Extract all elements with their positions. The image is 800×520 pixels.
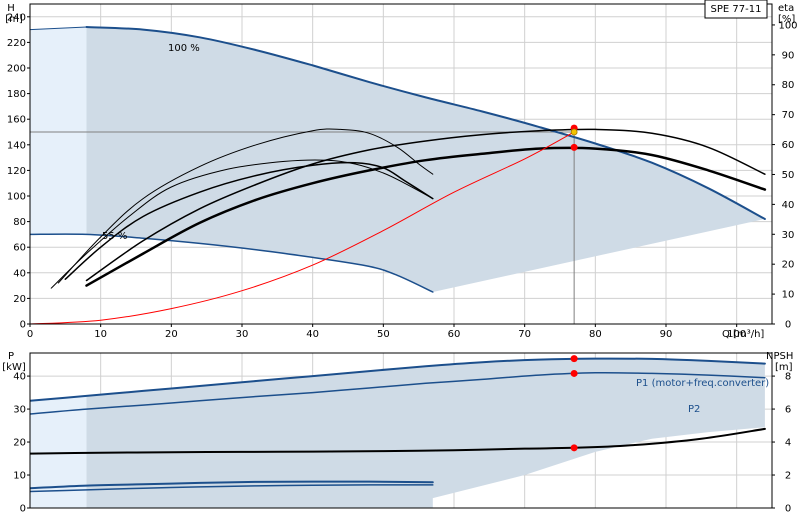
y2-tick-label: 2 (785, 471, 791, 482)
p-axis-title: P (8, 351, 14, 362)
model-label: SPE 77-11 (711, 4, 762, 15)
y-tick-label: 140 (7, 140, 26, 151)
operating-area-left (30, 27, 87, 235)
y-tick-label: 160 (7, 115, 26, 126)
head-operating-area (30, 26, 765, 292)
operating-point-marker (570, 369, 578, 377)
y2-axis-title: eta (778, 3, 794, 14)
x-tick-label: 30 (236, 329, 249, 340)
y-axis-unit: [m] (5, 14, 23, 25)
y-tick-label: 180 (7, 89, 26, 100)
x-tick-label: 60 (448, 329, 461, 340)
y-tick-label: 40 (13, 268, 26, 279)
x-axis-title: Q [m³/h] (722, 329, 764, 340)
operating-point-marker (570, 444, 578, 452)
x-tick-label: 0 (27, 329, 33, 340)
y2-tick-label: 30 (782, 230, 795, 241)
y2-tick-label: 20 (782, 260, 795, 271)
y2-tick-label: 0 (785, 320, 791, 331)
x-tick-label: 40 (306, 329, 319, 340)
npsh-axis-unit: [m] (775, 362, 793, 373)
y2-tick-label: 40 (782, 200, 795, 211)
duty-point-marker (570, 128, 578, 136)
head-panel: 0204060801001201401601802002202400102030… (5, 0, 798, 340)
x-tick-label: 70 (518, 329, 531, 340)
x-tick-label: 20 (165, 329, 178, 340)
p-axis-unit: [kW] (2, 362, 26, 373)
y-tick-label: 80 (13, 217, 26, 228)
y2-tick-label: 6 (785, 405, 791, 416)
y-tick-label: 0 (20, 504, 26, 515)
y2-tick-label: 90 (782, 50, 795, 61)
y2-tick-label: 0 (785, 504, 791, 515)
annotation-100-percent: 100 % (168, 43, 200, 54)
y-tick-label: 120 (7, 166, 26, 177)
y2-tick-label: 4 (785, 438, 791, 449)
y2-tick-label: 50 (782, 170, 795, 181)
y-tick-label: 220 (7, 38, 26, 49)
y-tick-label: 20 (13, 438, 26, 449)
power-panel: 0 10 20 30 40 0 2 4 6 8 P [kW] NPSH [m] P1 (motor… (2, 351, 793, 515)
y-tick-label: 30 (13, 405, 26, 416)
npsh-axis-title: NPSH (766, 351, 793, 362)
y2-tick-label: 70 (782, 110, 795, 121)
y2-tick-label: 8 (785, 372, 791, 383)
annotation-55-percent: 55 % (102, 231, 127, 242)
operating-point-marker (570, 143, 578, 151)
legend-p2: P2 (688, 404, 700, 415)
y-axis-title: H (7, 3, 15, 14)
y-tick-label: 20 (13, 294, 26, 305)
operating-point-marker (570, 355, 578, 363)
y2-tick-label: 60 (782, 140, 795, 151)
y-tick-label: 40 (13, 372, 26, 383)
legend-p1: P1 (motor+freq.converter) (636, 378, 769, 389)
y2-axis-unit: [%] (778, 14, 795, 25)
y-tick-label: 200 (7, 64, 26, 75)
pump-performance-chart: 0204060801001201401601802002202400102030… (2, 0, 798, 515)
y2-tick-label: 80 (782, 80, 795, 91)
y-tick-label: 60 (13, 243, 26, 254)
x-tick-label: 10 (94, 329, 107, 340)
y2-tick-label: 10 (782, 290, 795, 301)
x-tick-label: 50 (377, 329, 390, 340)
x-tick-label: 90 (660, 329, 673, 340)
y-tick-label: 100 (7, 192, 26, 203)
y-tick-label: 10 (13, 471, 26, 482)
x-tick-label: 80 (589, 329, 602, 340)
y-tick-label: 0 (20, 320, 26, 331)
